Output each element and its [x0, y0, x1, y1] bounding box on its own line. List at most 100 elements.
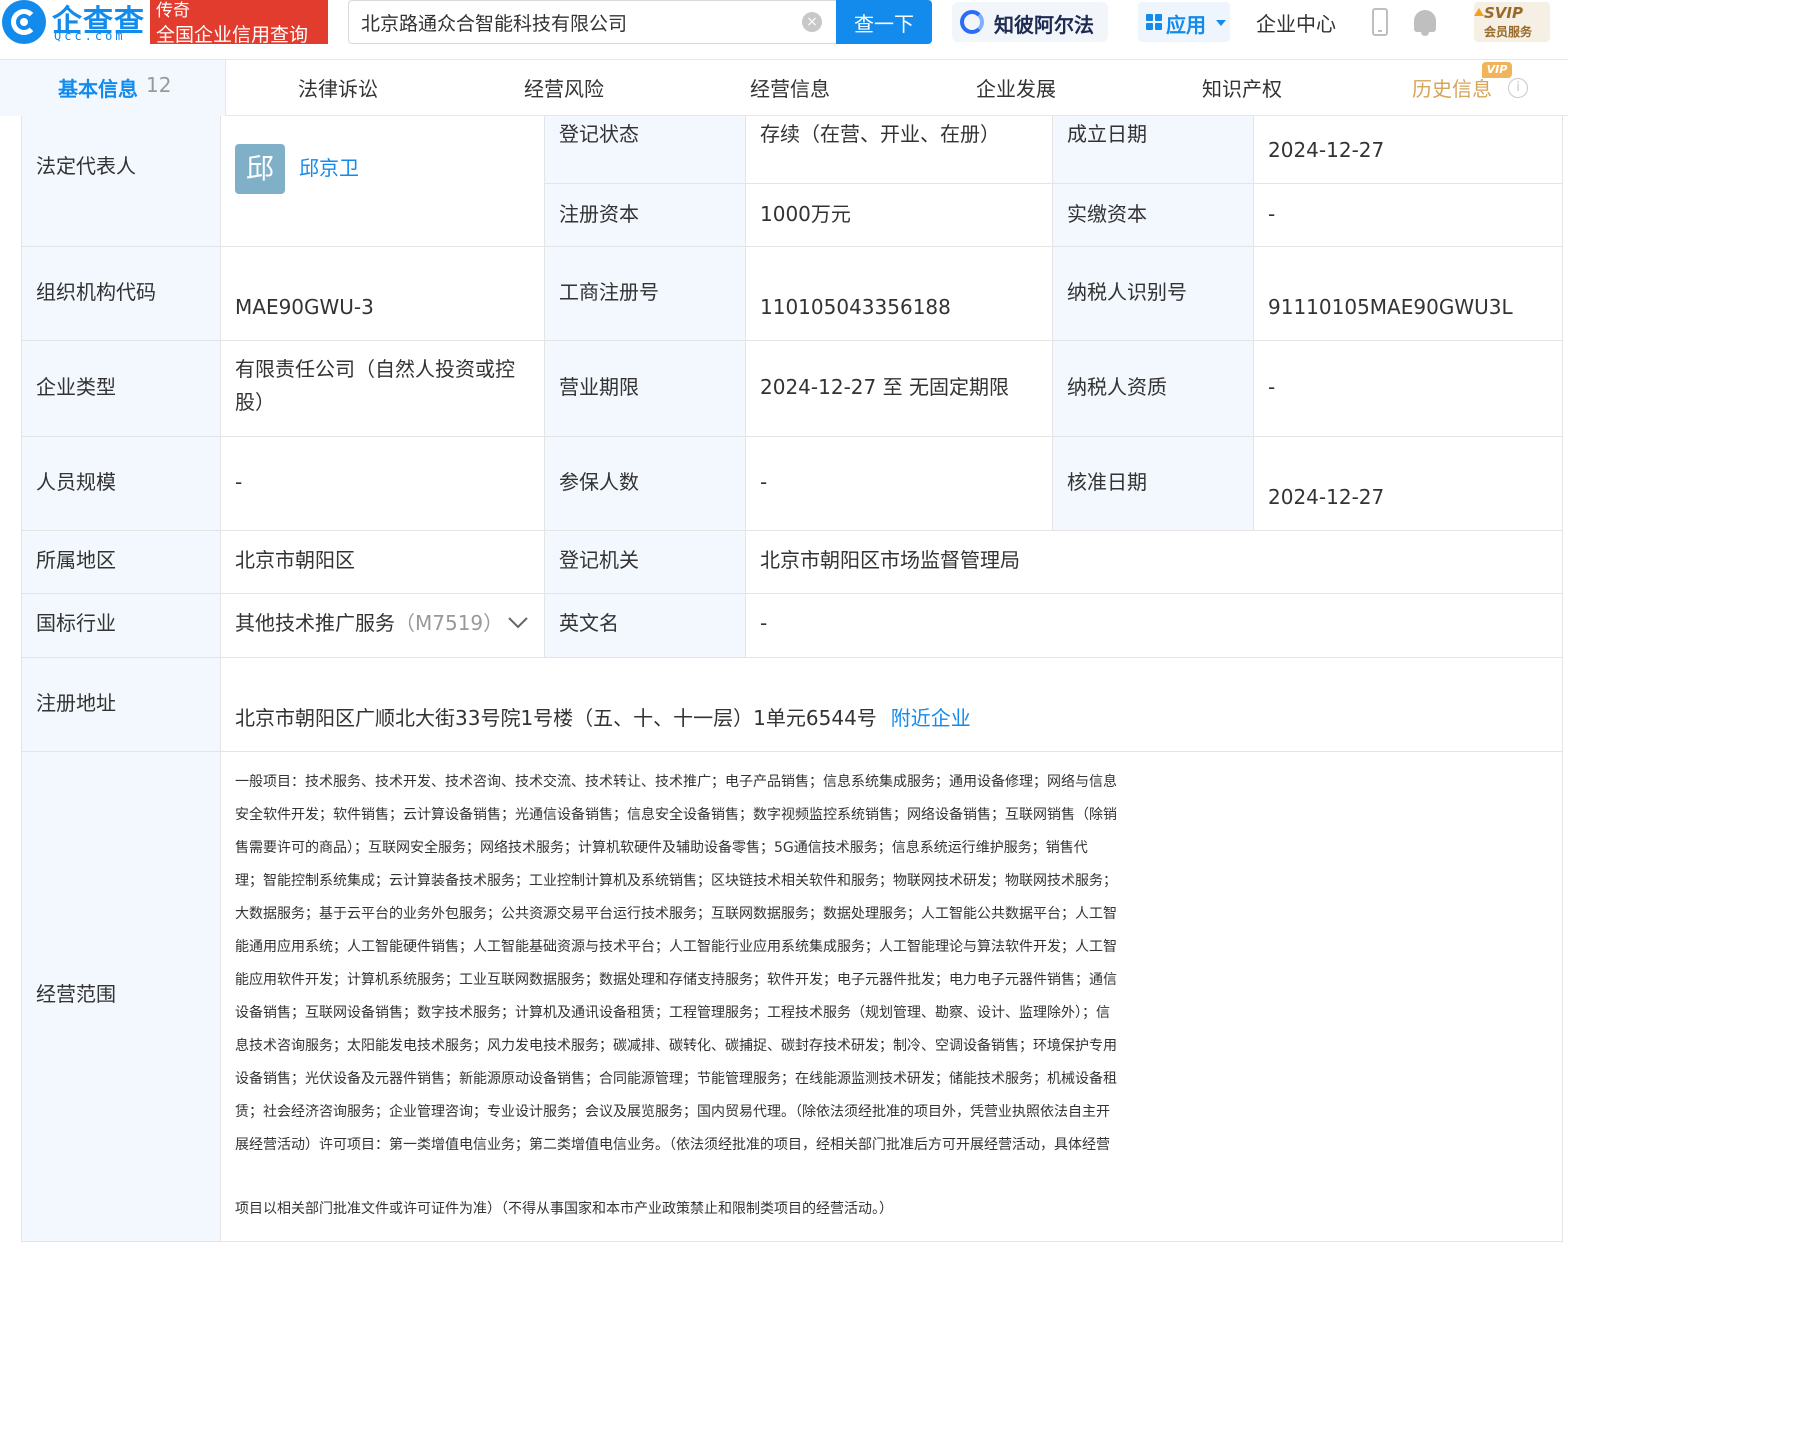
- tab-operations[interactable]: 经营信息: [750, 73, 830, 102]
- scope-line: 展经营活动）许可项目：第一类增值电信业务；第二类增值电信业务。（依法须经批准的项…: [235, 1137, 1110, 1153]
- tab-ip[interactable]: 知识产权: [1202, 73, 1282, 102]
- taxpayer-id-label: 纳税人识别号: [1067, 280, 1187, 304]
- address-label: 注册地址: [36, 691, 116, 715]
- clear-icon[interactable]: ×: [802, 12, 822, 32]
- industry-label-cell: 国标行业: [21, 594, 221, 658]
- apps-label: 应用: [1166, 13, 1206, 37]
- tab-bar: 基本信息 12 法律诉讼 经营风险 经营信息 企业发展 知识产权 历史信息 VI…: [0, 60, 1568, 116]
- reg-status-cell: 存续（在营、开业、在册）: [746, 116, 1053, 184]
- reg-authority-value: 北京市朝阳区市场监督管理局: [760, 548, 1020, 572]
- founded-value: 2024-12-27: [1268, 138, 1385, 162]
- company-type-label-cell: 企业类型: [21, 341, 221, 437]
- english-name-label-cell: 英文名: [545, 594, 746, 658]
- promo-badge-line2: 全国企业信用查询: [156, 24, 309, 46]
- reg-authority-label-cell: 登记机关: [545, 531, 746, 594]
- logo-icon[interactable]: [2, 0, 46, 44]
- tab-legal[interactable]: 法律诉讼: [298, 73, 378, 102]
- paid-capital-value: -: [1268, 202, 1276, 226]
- industry-cell[interactable]: 其他技术推广服务 （M7519）: [221, 594, 545, 658]
- insured-label-cell: 参保人数: [545, 437, 746, 531]
- tab-history[interactable]: 历史信息: [1412, 73, 1492, 102]
- legal-rep-label-cell: 法定代表人: [21, 116, 221, 247]
- apps-menu-button[interactable]: 应用: [1138, 2, 1230, 42]
- avatar[interactable]: 邱: [235, 144, 285, 194]
- taxpayer-id-cell: 91110105MAE90GWU3L: [1254, 247, 1563, 341]
- scope-line: 设备销售；光伏设备及元器件销售；新能源原动设备销售；合同能源管理；节能管理服务；…: [235, 1071, 1117, 1087]
- bell-icon[interactable]: [1414, 10, 1436, 36]
- tab-development[interactable]: 企业发展: [976, 73, 1056, 102]
- nearby-companies-link[interactable]: 附近企业: [891, 706, 971, 730]
- legal-rep-name-link[interactable]: 邱京卫: [299, 152, 359, 185]
- paid-capital-cell: -: [1254, 184, 1563, 247]
- region-cell: 北京市朝阳区: [221, 531, 545, 594]
- biz-reg-no-label-cell: 工商注册号: [545, 247, 746, 341]
- org-code-cell: MAE90GWU-3: [221, 247, 545, 341]
- company-type-line1: 有限责任公司（自然人投资或控: [235, 357, 515, 381]
- industry-code: （M7519）: [395, 611, 504, 635]
- search-box: [348, 0, 836, 44]
- scope-line: 一般项目：技术服务、技术开发、技术咨询、技术交流、技术转让、技术推广；电子产品销…: [235, 774, 1117, 790]
- biz-reg-no-label: 工商注册号: [559, 280, 659, 304]
- svip-button[interactable]: SVIP 会员服务: [1474, 2, 1550, 42]
- company-type-label: 企业类型: [36, 375, 116, 399]
- caret-down-icon: [1216, 20, 1226, 26]
- search-input[interactable]: [361, 7, 791, 37]
- svip-subtitle: 会员服务: [1484, 25, 1533, 39]
- staff-cell: -: [221, 437, 545, 531]
- top-header: 企查查 Qcc.com 传奇 全国企业信用查询 × 查一下 知彼阿尔法 应用 企…: [0, 0, 1568, 60]
- english-name-value: -: [760, 611, 768, 635]
- insured-cell: -: [746, 437, 1053, 531]
- address-text: 北京市朝阳区广顺北大街33号院1号楼（五、十、十一层）1单元6544号: [235, 706, 877, 730]
- industry-value: 其他技术推广服务: [235, 611, 395, 635]
- tab-risk[interactable]: 经营风险: [524, 73, 604, 102]
- founded-cell: 2024-12-27: [1254, 116, 1563, 184]
- reg-capital-value: 1000万元: [760, 202, 851, 226]
- address-value: 北京市朝阳区广顺北大街33号院1号楼（五、十、十一层）1单元6544号 附近企业: [235, 702, 971, 735]
- phone-icon[interactable]: [1372, 8, 1388, 36]
- basic-info-table: 法定代表人 邱 邱京卫 登记状态 存续（在营、开业、在册） 成立日期 2024-…: [21, 116, 1563, 1242]
- reg-capital-label: 注册资本: [559, 202, 639, 226]
- biz-term-label-cell: 营业期限: [545, 341, 746, 437]
- founded-label-cell: 成立日期: [1053, 116, 1254, 184]
- scope-line: 大数据服务；基于云平台的业务外包服务；公共资源交易平台运行技术服务；互联网数据服…: [235, 906, 1117, 922]
- biz-term-value: 2024-12-27 至 无固定期限: [760, 375, 1009, 399]
- zhibi-alpha-button[interactable]: 知彼阿尔法: [952, 2, 1108, 42]
- promo-badge[interactable]: 传奇 全国企业信用查询: [150, 0, 328, 46]
- english-name-cell: -: [746, 594, 1563, 658]
- scope-text: 一般项目：技术服务、技术开发、技术咨询、技术交流、技术转让、技术推广；电子产品销…: [235, 766, 1555, 1226]
- insured-label: 参保人数: [559, 470, 639, 494]
- taxpayer-qual-value: -: [1268, 375, 1276, 399]
- staff-label: 人员规模: [36, 470, 116, 494]
- tab-basic-info[interactable]: 基本信息 12: [0, 60, 226, 116]
- org-code-label-cell: 组织机构代码: [21, 247, 221, 341]
- company-type-cell: 有限责任公司（自然人投资或控 股）: [221, 341, 545, 437]
- vip-badge: VIP: [1482, 62, 1512, 78]
- scope-line: 理；智能控制系统集成；云计算装备技术服务；工业控制计算机及系统销售；区块链技术相…: [235, 873, 1117, 889]
- industry-label: 国标行业: [36, 611, 116, 635]
- approval-date-value: 2024-12-27: [1268, 485, 1385, 509]
- approval-date-cell: 2024-12-27: [1254, 437, 1563, 531]
- taxpayer-id-value: 91110105MAE90GWU3L: [1268, 295, 1513, 319]
- crown-icon: [1474, 8, 1484, 16]
- zhibi-label: 知彼阿尔法: [994, 13, 1094, 37]
- svip-title: SVIP: [1484, 4, 1523, 22]
- tab-basic-info-count: 12: [146, 73, 172, 97]
- region-label-cell: 所属地区: [21, 531, 221, 594]
- org-code-value: MAE90GWU-3: [235, 295, 374, 319]
- info-icon[interactable]: i: [1508, 78, 1528, 98]
- reg-authority-cell: 北京市朝阳区市场监督管理局: [746, 531, 1563, 594]
- enterprise-center-link[interactable]: 企业中心: [1256, 8, 1336, 37]
- scope-line: 安全软件开发；软件销售；云计算设备销售；光通信设备销售；信息安全设备销售；数字视…: [235, 807, 1117, 823]
- company-type-line2: 股）: [235, 390, 275, 414]
- taxpayer-qual-label: 纳税人资质: [1067, 375, 1167, 399]
- biz-term-cell: 2024-12-27 至 无固定期限: [746, 341, 1053, 437]
- chevron-down-icon[interactable]: [507, 616, 529, 630]
- address-label-cell: 注册地址: [21, 658, 221, 752]
- org-code-label: 组织机构代码: [36, 280, 156, 304]
- paid-capital-label: 实缴资本: [1067, 202, 1147, 226]
- scope-line: 能通用应用系统；人工智能硬件销售；人工智能基础资源与技术平台；人工智能行业应用系…: [235, 939, 1117, 955]
- search-button[interactable]: 查一下: [836, 0, 932, 44]
- scope-last-line: 项目以相关部门批准文件或许可证件为准）（不得从事国家和本市产业政策禁止和限制类项…: [235, 1201, 893, 1217]
- scope-line: 能应用软件开发；计算机系统服务；工业互联网数据服务；数据处理和存储支持服务；软件…: [235, 972, 1117, 988]
- taxpayer-qual-label-cell: 纳税人资质: [1053, 341, 1254, 437]
